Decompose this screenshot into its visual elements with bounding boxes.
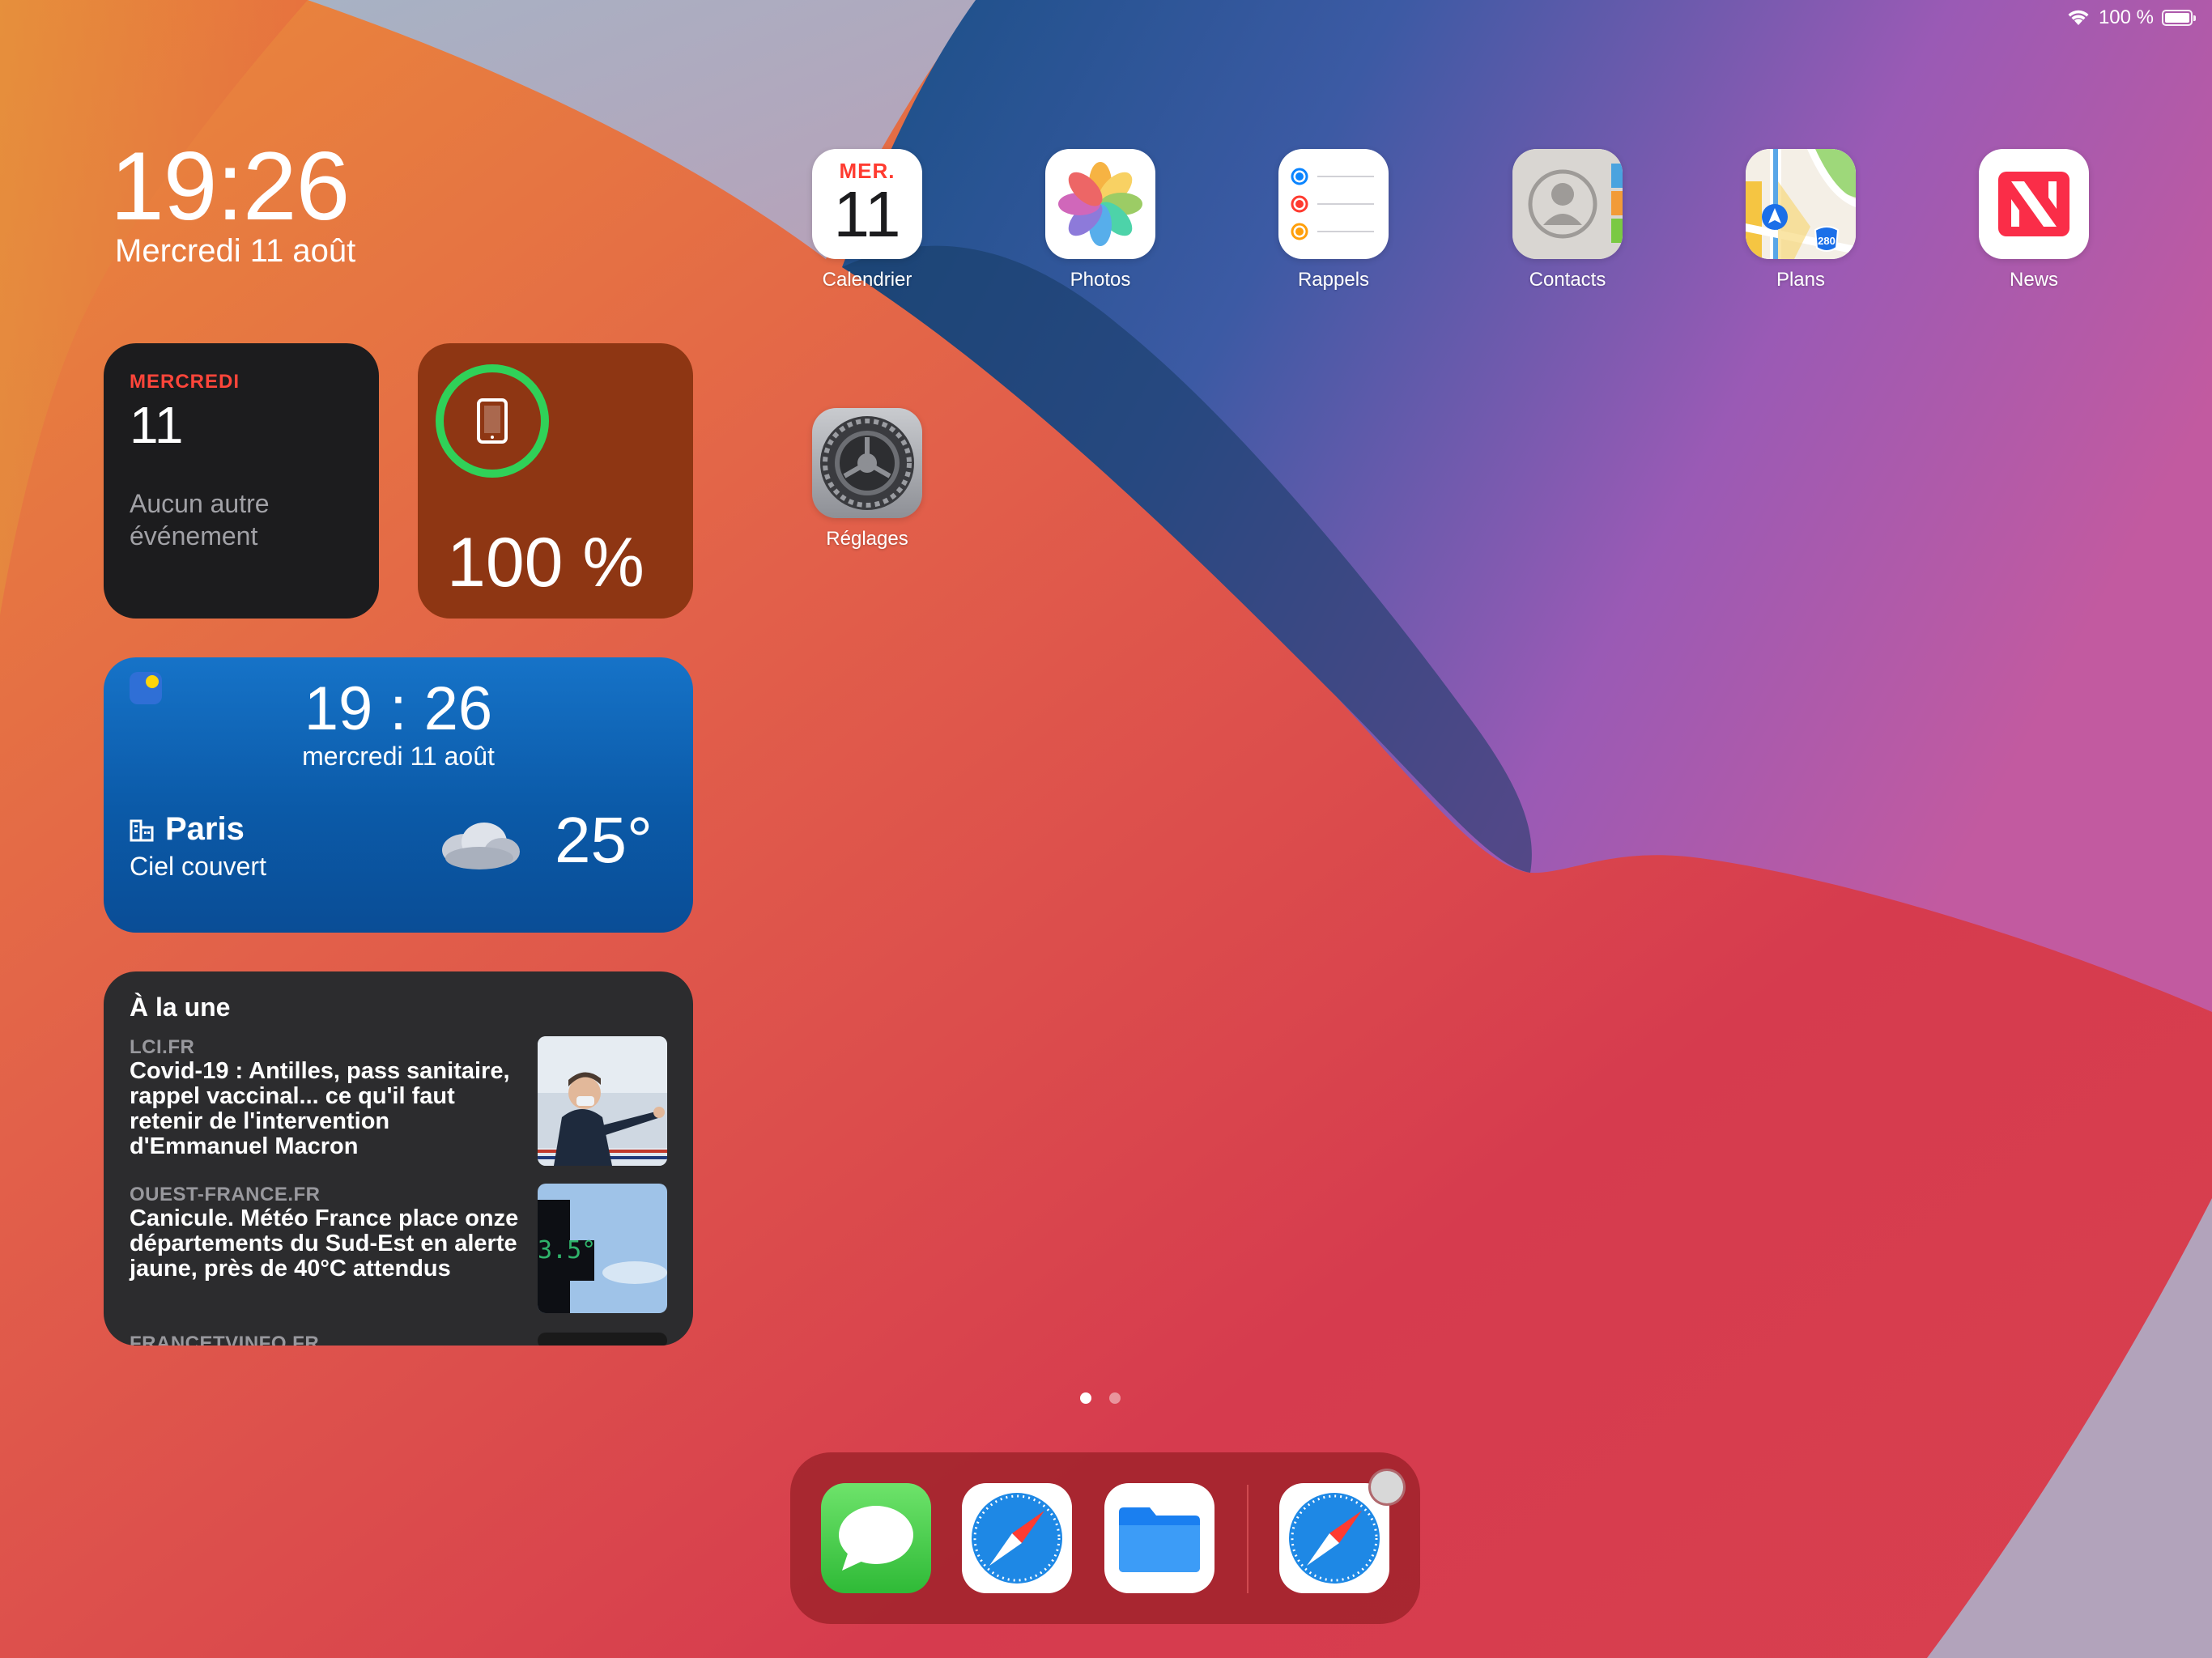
calendar-widget[interactable]: MERCREDI 11 Aucun autre événement (104, 343, 379, 619)
weather-widget-date: mercredi 11 août (302, 742, 495, 771)
battery-percentage: 100 % (2098, 6, 2154, 28)
app-maps[interactable]: 280 Plans (1704, 149, 1898, 291)
app-photos[interactable]: Photos (1003, 149, 1197, 291)
app-label: Rappels (1297, 269, 1370, 291)
files-icon[interactable] (1104, 1483, 1214, 1593)
app-label: News (2009, 269, 2058, 291)
today-time: 19:26 (110, 132, 350, 240)
news-title: Covid-19 : Antilles, pass sanitaire, rap… (130, 1058, 510, 1159)
cloud-icon (442, 823, 520, 869)
calendar-icon: MER. 11 (812, 149, 922, 259)
app-settings[interactable]: Réglages (770, 408, 964, 551)
ipad-icon (477, 398, 508, 444)
calendar-widget-number: 11 (130, 396, 184, 454)
dock (790, 1452, 1420, 1624)
messages-icon[interactable] (821, 1483, 931, 1593)
app-calendar[interactable]: MER. 11 Calendrier (770, 149, 964, 291)
contacts-icon (1512, 149, 1623, 259)
app-label: Plans (1776, 269, 1826, 291)
news-widget-heading: À la une (130, 993, 231, 1022)
app-reminders[interactable]: Rappels (1236, 149, 1431, 291)
battery-widget-percent: 100 % (447, 524, 644, 602)
weather-widget[interactable]: 19 : 26 mercredi 11 août Paris Ciel couv… (104, 657, 693, 933)
today-date: Mercredi 11 août (115, 233, 356, 269)
settings-icon (812, 408, 922, 518)
calendar-widget-message: Aucun autre événement (130, 489, 270, 551)
building-icon (130, 819, 154, 841)
news-thumbnail (538, 1333, 667, 1346)
weather-widget-time: 19 : 26 (304, 674, 493, 743)
maps-icon: 280 (1746, 149, 1856, 259)
page-indicator[interactable] (1080, 1392, 1121, 1404)
maps-shield-number: 280 (1818, 235, 1836, 247)
svg-text:3.5°: 3.5° (538, 1236, 596, 1265)
news-item[interactable]: OUEST-FRANCE.FR Canicule. Météo France p… (130, 1184, 667, 1313)
calendar-icon-day: 11 (833, 178, 901, 250)
news-icon (1979, 149, 2089, 259)
news-item[interactable]: LCI.FR Covid-19 : Antilles, pass sanitai… (130, 1036, 667, 1166)
app-news[interactable]: News (1937, 149, 2131, 291)
safari-icon[interactable] (962, 1483, 1072, 1593)
weather-city-name: Paris (165, 811, 245, 847)
app-label: Photos (1070, 269, 1131, 291)
app-label: Contacts (1529, 269, 1606, 291)
weather-condition: Ciel couvert (130, 852, 266, 881)
calendar-widget-day: MERCREDI (130, 371, 240, 393)
weather-temperature: 25° (555, 804, 653, 876)
status-bar: 100 % (2066, 3, 2196, 32)
news-thumbnail (538, 1036, 667, 1166)
battery-ring (436, 364, 549, 478)
app-contacts[interactable]: Contacts (1470, 149, 1665, 291)
page-dot-1[interactable] (1080, 1392, 1091, 1404)
news-title: Canicule. Météo France place onze départ… (130, 1205, 519, 1282)
photos-icon (1045, 149, 1155, 259)
reminders-icon (1278, 149, 1389, 259)
battery-icon (2162, 10, 2196, 26)
page-dot-2[interactable] (1109, 1392, 1121, 1404)
news-widget[interactable]: À la une LCI.FR Covid-19 : Antilles, pas… (104, 971, 693, 1346)
weather-city: Paris (130, 811, 245, 848)
recent-app-badge (1368, 1469, 1406, 1506)
wifi-icon (2068, 10, 2089, 25)
battery-widget[interactable]: 100 % (418, 343, 693, 619)
news-item[interactable]: FRANCETVINFO.FR (130, 1333, 667, 1346)
dock-separator (1247, 1485, 1249, 1593)
app-label: Calendrier (822, 269, 912, 291)
news-thumbnail: 3.5° (538, 1184, 667, 1313)
app-label: Réglages (826, 528, 908, 550)
